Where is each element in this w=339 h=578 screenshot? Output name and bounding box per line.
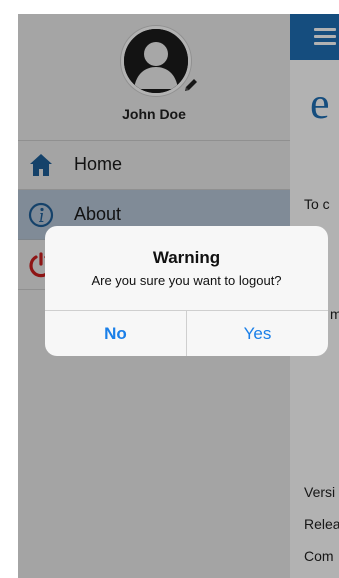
alert-message: Are you sure you want to logout? (91, 273, 282, 288)
yes-button[interactable]: Yes (187, 311, 328, 356)
no-button[interactable]: No (45, 311, 186, 356)
alert-title: Warning (152, 248, 221, 267)
logout-alert-dialog: Warning Are you sure you want to logout?… (45, 226, 328, 356)
